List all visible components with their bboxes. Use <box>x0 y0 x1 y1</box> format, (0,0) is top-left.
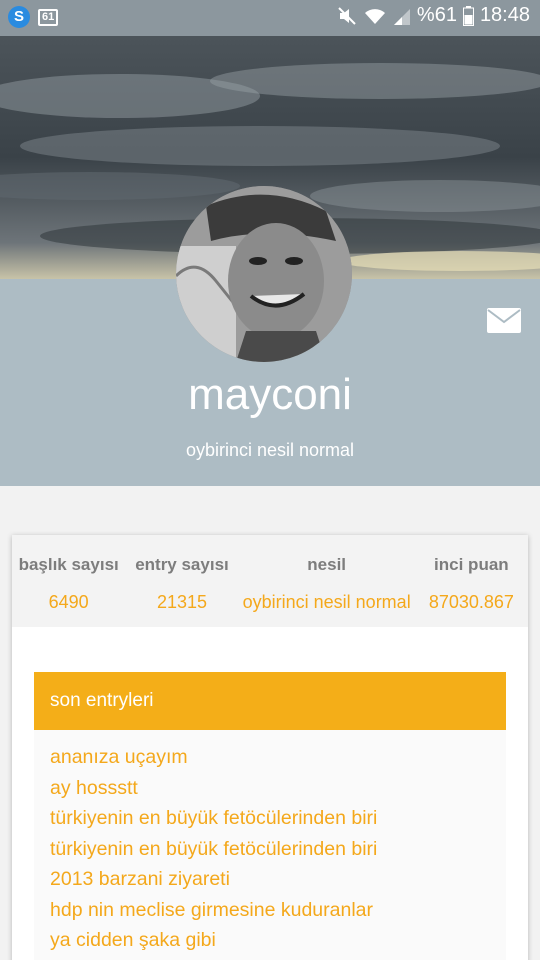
stat-value: 87030.867 <box>428 592 514 612</box>
stat-value: 21315 <box>156 592 207 612</box>
s-app-icon: S <box>8 6 30 28</box>
stat-generation: nesil oybirinci nesil normal <box>239 535 415 627</box>
avatar[interactable] <box>176 186 352 362</box>
stat-value: 6490 <box>48 592 89 612</box>
entry-link[interactable]: ananıza uçayım <box>34 742 506 773</box>
clock: 18:48 <box>479 4 530 26</box>
stat-entry-count[interactable]: entry sayısı 21315 <box>125 535 238 627</box>
stats-row: başlık sayısı 6490 entry sayısı 21315 ne… <box>12 535 528 627</box>
generation-label: oybirinci nesil normal <box>185 440 355 460</box>
entry-link[interactable]: 2013 barzani ziyareti <box>34 864 506 895</box>
mute-icon <box>338 6 356 25</box>
signal-icon <box>393 8 410 25</box>
stat-baslik-count[interactable]: başlık sayısı 6490 <box>12 535 125 627</box>
stat-label: başlık sayısı <box>18 555 119 574</box>
stat-label: nesil <box>307 555 347 574</box>
entry-link[interactable]: hdp nin meclise girmesine kuduranlar <box>34 895 506 926</box>
username: mayconi <box>188 370 352 419</box>
recent-entries-list: ananıza uçayım ay hossstt türkiyenin en … <box>34 730 506 960</box>
stat-inci-points: inci puan 87030.867 <box>415 535 528 627</box>
mail-icon[interactable] <box>487 308 521 333</box>
battery-icon <box>462 5 474 26</box>
stat-value: oybirinci nesil normal <box>242 592 411 612</box>
stat-label: entry sayısı <box>135 555 229 574</box>
profile-card: başlık sayısı 6490 entry sayısı 21315 ne… <box>12 535 528 960</box>
stat-label: inci puan <box>434 555 509 574</box>
notification-count-icon: 61 <box>38 8 59 26</box>
entry-link[interactable]: ay hossstt <box>34 773 506 804</box>
recent-entries-header: son entryleri <box>34 672 506 730</box>
entry-link[interactable]: türkiyenin en büyük fetöcülerinden biri <box>34 834 506 865</box>
wifi-icon <box>364 8 385 24</box>
status-bar: S 61 %61 18:48 <box>0 0 540 36</box>
entry-link[interactable]: ya cidden şaka gibi <box>34 925 506 956</box>
battery-percent: %61 <box>416 4 457 26</box>
entry-link[interactable]: türkiyenin en büyük fetöcülerinden biri <box>34 803 506 834</box>
